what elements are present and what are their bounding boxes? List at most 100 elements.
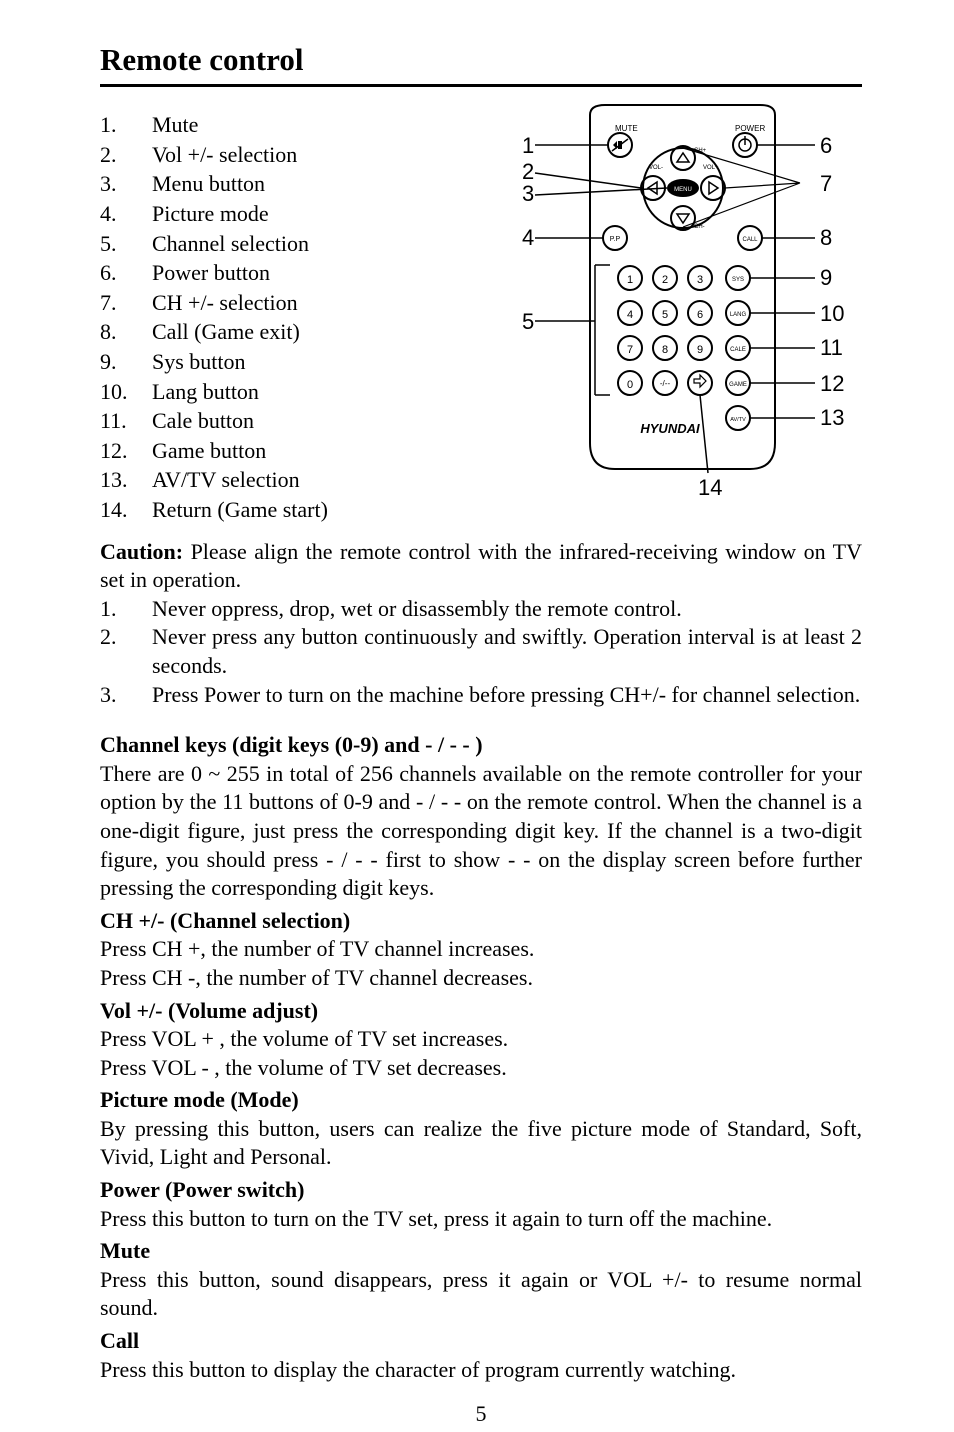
page-heading: Remote control	[100, 40, 862, 80]
body-channel-keys: There are 0 ~ 255 in total of 256 channe…	[100, 760, 862, 903]
list-item: 11.Cale button	[100, 407, 500, 436]
list-item: 14.Return (Game start)	[100, 496, 500, 525]
caution-intro: Caution: Please align the remote control…	[100, 538, 862, 595]
top-section: 1.Mute 2.Vol +/- selection 3.Menu button…	[100, 111, 862, 525]
list-label: Sys button	[152, 348, 246, 377]
label-power: POWER	[735, 124, 765, 133]
heading-vol: Vol +/- (Volume adjust)	[100, 997, 862, 1026]
list-num: 4.	[100, 200, 152, 229]
key-8: 8	[662, 344, 668, 356]
list-item: 2.Vol +/- selection	[100, 141, 500, 170]
list-item: 2.Never press any button continuously an…	[100, 623, 862, 680]
heading-call: Call	[100, 1327, 862, 1356]
list-label: Channel selection	[152, 230, 309, 259]
list-num: 2.	[100, 141, 152, 170]
key-9: 9	[697, 344, 703, 356]
list-item: 3.Press Power to turn on the machine bef…	[100, 681, 862, 710]
list-item: 5.Channel selection	[100, 230, 500, 259]
list-item: 12.Game button	[100, 437, 500, 466]
key-lang: LANG	[730, 312, 747, 318]
list-num: 7.	[100, 289, 152, 318]
list-num: 5.	[100, 230, 152, 259]
body-power: Press this button to turn on the TV set,…	[100, 1205, 862, 1234]
list-text: Never oppress, drop, wet or disassembly …	[152, 595, 862, 624]
body-vol-2: Press VOL - , the volume of TV set decre…	[100, 1054, 862, 1083]
list-label: Power button	[152, 259, 270, 288]
label-vol-minus: VOL-	[649, 165, 663, 171]
list-item: 4.Picture mode	[100, 200, 500, 229]
heading-mute: Mute	[100, 1237, 862, 1266]
label-call: CALL	[742, 237, 758, 243]
caution-list: 1.Never oppress, drop, wet or disassembl…	[100, 595, 862, 709]
list-item: 7.CH +/- selection	[100, 289, 500, 318]
callout-7: 7	[820, 171, 832, 196]
callout-11: 11	[820, 335, 843, 360]
label-pp: P.P	[610, 236, 621, 243]
list-label: Cale button	[152, 407, 254, 436]
list-num: 13.	[100, 466, 152, 495]
key-3: 3	[697, 274, 703, 286]
label-vol-plus: VOL+	[703, 165, 719, 171]
body-picture: By pressing this button, users can reali…	[100, 1115, 862, 1172]
list-label: AV/TV selection	[152, 466, 300, 495]
callout-5: 5	[522, 309, 534, 334]
key-game: GAME	[729, 382, 747, 388]
body-ch-2: Press CH -, the number of TV channel dec…	[100, 964, 862, 993]
body-ch-1: Press CH +, the number of TV channel inc…	[100, 935, 862, 964]
list-label: Return (Game start)	[152, 496, 328, 525]
callout-9: 9	[820, 265, 832, 290]
list-label: Game button	[152, 437, 266, 466]
list-item: 1.Mute	[100, 111, 500, 140]
callout-13: 13	[820, 405, 844, 430]
list-item: 6.Power button	[100, 259, 500, 288]
list-num: 1.	[100, 111, 152, 140]
callout-14: 14	[698, 475, 722, 500]
list-label: Call (Game exit)	[152, 318, 300, 347]
callout-6: 6	[820, 133, 832, 158]
body-call: Press this button to display the charact…	[100, 1356, 862, 1385]
list-num: 3.	[100, 170, 152, 199]
remote-feature-list: 1.Mute 2.Vol +/- selection 3.Menu button…	[100, 111, 500, 525]
list-text: Never press any button continuously and …	[152, 623, 862, 680]
list-text: Press Power to turn on the machine befor…	[152, 681, 862, 710]
callout-1: 1	[522, 133, 534, 158]
list-item: 8.Call (Game exit)	[100, 318, 500, 347]
list-label: Menu button	[152, 170, 265, 199]
list-label: Lang button	[152, 378, 259, 407]
remote-diagram: MUTE POWER MENU	[500, 111, 862, 506]
list-num: 2.	[100, 623, 152, 680]
list-item: 3.Menu button	[100, 170, 500, 199]
key-6: 6	[697, 309, 703, 321]
list-num: 8.	[100, 318, 152, 347]
list-num: 3.	[100, 681, 152, 710]
heading-channel-keys: Channel keys (digit keys (0-9) and - / -…	[100, 731, 862, 760]
key-1: 1	[627, 274, 633, 286]
list-num: 9.	[100, 348, 152, 377]
logo-text: HYUNDAI	[640, 421, 700, 436]
label-ch-minus: CH-	[694, 224, 705, 230]
list-label: Mute	[152, 111, 198, 140]
list-num: 12.	[100, 437, 152, 466]
list-num: 14.	[100, 496, 152, 525]
list-num: 6.	[100, 259, 152, 288]
list-label: Picture mode	[152, 200, 269, 229]
list-item: 1.Never oppress, drop, wet or disassembl…	[100, 595, 862, 624]
heading-ch-selection: CH +/- (Channel selection)	[100, 907, 862, 936]
list-label: CH +/- selection	[152, 289, 298, 318]
page-number: 5	[100, 1400, 862, 1429]
remote-diagram-svg: MUTE POWER MENU	[480, 103, 860, 503]
key-sys: SYS	[732, 277, 744, 283]
key-0: 0	[627, 379, 633, 391]
body-mute: Press this button, sound disappears, pre…	[100, 1266, 862, 1323]
heading-underline	[100, 84, 862, 87]
callout-8: 8	[820, 225, 832, 250]
list-num: 1.	[100, 595, 152, 624]
key-7: 7	[627, 344, 633, 356]
key-cale: CALE	[730, 347, 746, 353]
list-item: 9.Sys button	[100, 348, 500, 377]
heading-power: Power (Power switch)	[100, 1176, 862, 1205]
key-4: 4	[627, 309, 633, 321]
key-2: 2	[662, 274, 668, 286]
caution-intro-text: Please align the remote control with the…	[100, 539, 862, 593]
callout-10: 10	[820, 301, 844, 326]
